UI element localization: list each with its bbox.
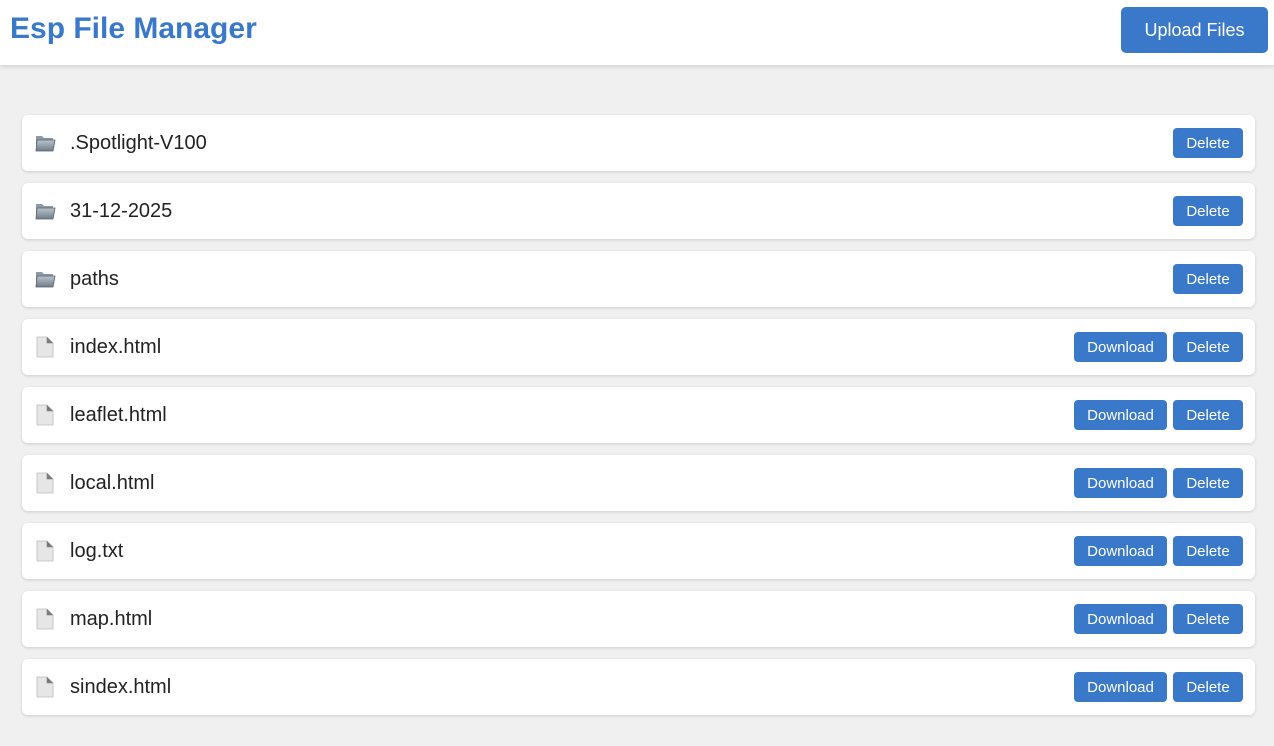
file-row: paths Delete xyxy=(22,251,1255,307)
file-icon xyxy=(34,540,56,562)
file-icon xyxy=(34,336,56,358)
row-actions: Download Delete xyxy=(1074,672,1243,702)
folder-name[interactable]: 31-12-2025 xyxy=(70,199,172,223)
file-name: map.html xyxy=(70,608,153,630)
file-icon xyxy=(34,676,56,698)
file-list: .Spotlight-V100 Delete 31-12-2025 Delete pat… xyxy=(22,115,1255,727)
folder-name[interactable]: .Spotlight-V100 xyxy=(70,131,207,155)
row-actions: Delete xyxy=(1173,128,1243,158)
delete-button[interactable]: Delete xyxy=(1173,536,1243,566)
file-row: leaflet.html Download Delete xyxy=(22,387,1255,443)
delete-button[interactable]: Delete xyxy=(1173,604,1243,634)
row-actions: Download Delete xyxy=(1074,604,1243,634)
download-button[interactable]: Download xyxy=(1074,468,1167,498)
file-row: sindex.html Download Delete xyxy=(22,659,1255,715)
row-actions: Delete xyxy=(1173,264,1243,294)
download-button[interactable]: Download xyxy=(1074,332,1167,362)
delete-button[interactable]: Delete xyxy=(1173,332,1243,362)
file-name: local.html xyxy=(70,472,155,494)
folder-name[interactable]: paths xyxy=(70,267,119,291)
delete-button[interactable]: Delete xyxy=(1173,468,1243,498)
row-actions: Download Delete xyxy=(1074,536,1243,566)
file-name: log.txt xyxy=(70,540,124,562)
delete-button[interactable]: Delete xyxy=(1173,264,1243,294)
file-row: 31-12-2025 Delete xyxy=(22,183,1255,239)
file-row: log.txt Download Delete xyxy=(22,523,1255,579)
row-actions: Download Delete xyxy=(1074,332,1243,362)
download-button[interactable]: Download xyxy=(1074,400,1167,430)
delete-button[interactable]: Delete xyxy=(1173,196,1243,226)
delete-button[interactable]: Delete xyxy=(1173,672,1243,702)
page-title: Esp File Manager xyxy=(10,12,257,45)
file-row: local.html Download Delete xyxy=(22,455,1255,511)
file-name: index.html xyxy=(70,336,162,358)
file-icon xyxy=(34,404,56,426)
row-actions: Download Delete xyxy=(1074,400,1243,430)
upload-files-button[interactable]: Upload Files xyxy=(1121,7,1268,53)
file-name: sindex.html xyxy=(70,676,172,698)
folder-icon xyxy=(34,268,56,290)
file-row: .Spotlight-V100 Delete xyxy=(22,115,1255,171)
file-icon xyxy=(34,608,56,630)
file-icon xyxy=(34,472,56,494)
row-actions: Download Delete xyxy=(1074,468,1243,498)
file-row: index.html Download Delete xyxy=(22,319,1255,375)
file-name: leaflet.html xyxy=(70,404,167,426)
delete-button[interactable]: Delete xyxy=(1173,128,1243,158)
download-button[interactable]: Download xyxy=(1074,536,1167,566)
download-button[interactable]: Download xyxy=(1074,672,1167,702)
app-header: Esp File Manager Upload Files xyxy=(0,0,1274,65)
file-row: map.html Download Delete xyxy=(22,591,1255,647)
download-button[interactable]: Download xyxy=(1074,604,1167,634)
delete-button[interactable]: Delete xyxy=(1173,400,1243,430)
folder-icon xyxy=(34,200,56,222)
row-actions: Delete xyxy=(1173,196,1243,226)
folder-icon xyxy=(34,132,56,154)
